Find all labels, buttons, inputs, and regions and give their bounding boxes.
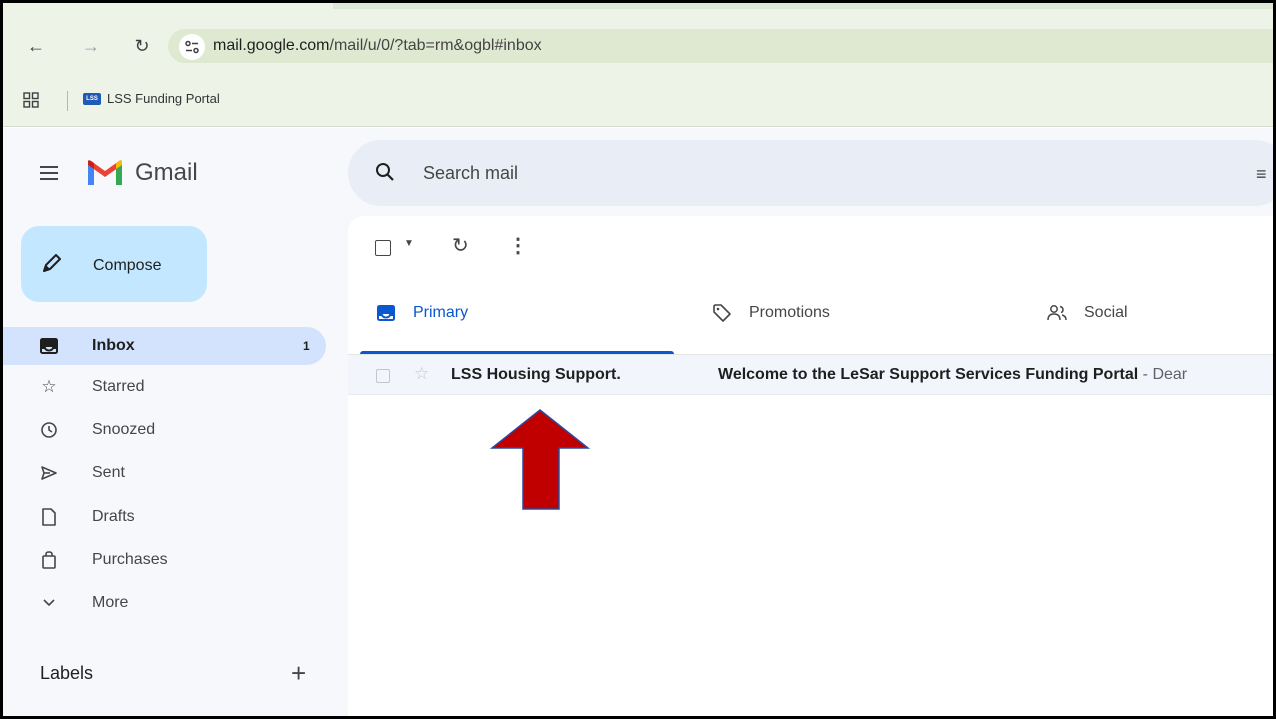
nav-label-more: More	[92, 594, 129, 611]
select-menu-caret-icon[interactable]: ▼	[404, 238, 414, 249]
inbox-unread-count: 1	[303, 339, 310, 353]
tab-primary-label: Primary	[413, 304, 469, 321]
nav-item-inbox[interactable]: Inbox 1	[3, 327, 326, 365]
labels-heading: Labels	[40, 663, 94, 683]
search-options-icon[interactable]: ≡	[1256, 164, 1267, 185]
nav-label-purchases: Purchases	[92, 551, 168, 568]
pencil-icon	[41, 252, 63, 279]
inbox-icon	[39, 336, 59, 356]
clock-icon	[39, 420, 59, 440]
inbox-tab-icon	[375, 302, 397, 324]
email-subject: Welcome to the LeSar Support Services Fu…	[718, 366, 1139, 383]
tab-primary[interactable]: Primary	[375, 288, 468, 338]
nav-item-more[interactable]: More	[3, 584, 326, 622]
bookmark-separator	[67, 91, 68, 111]
url-path: /mail/u/0/?tab=rm&ogbl#inbox	[329, 37, 542, 54]
chevron-down-icon	[39, 593, 59, 613]
url-host: mail.google.com	[213, 37, 330, 54]
nav-item-drafts[interactable]: Drafts	[3, 498, 326, 536]
nav-item-snoozed[interactable]: Snoozed	[3, 411, 326, 449]
shopping-bag-icon	[39, 550, 59, 570]
more-options-icon[interactable]: ⋮	[508, 233, 528, 258]
email-checkbox[interactable]	[376, 369, 390, 383]
nav-label-drafts: Drafts	[92, 508, 135, 525]
search-input[interactable]: Search mail	[423, 163, 518, 184]
gmail-logo-text: Gmail	[135, 159, 198, 186]
star-icon: ☆	[41, 377, 57, 396]
tab-promotions[interactable]: Promotions	[711, 288, 830, 338]
gmail-m-icon	[88, 160, 122, 185]
tab-social-label: Social	[1084, 304, 1128, 321]
lss-favicon-icon: LSS	[83, 92, 101, 105]
screenshot-frame: ← → ↻ mail.google.com/mail/u/0/?tab=rm&o…	[0, 0, 1276, 719]
annotation-arrow	[490, 409, 590, 510]
search-icon[interactable]	[375, 162, 395, 187]
nav-item-purchases[interactable]: Purchases	[3, 541, 326, 579]
tab-promotions-label: Promotions	[749, 304, 830, 321]
email-subject-line: Welcome to the LeSar Support Services Fu…	[718, 366, 1187, 384]
email-row[interactable]: ☆ LSS Housing Support. Welcome to the Le…	[348, 355, 1273, 395]
site-info-icon[interactable]	[179, 34, 205, 60]
reload-icon[interactable]: ↻	[131, 35, 153, 57]
nav-item-sent[interactable]: Sent	[3, 454, 326, 492]
forward-arrow-icon[interactable]: →	[80, 35, 102, 57]
gmail-app: Gmail Search mail ≡ Compose Inbox 1 ☆ St…	[3, 128, 1273, 716]
add-label-icon[interactable]: +	[291, 658, 306, 689]
nav-item-starred[interactable]: ☆ Starred	[3, 368, 326, 406]
url-text[interactable]: mail.google.com/mail/u/0/?tab=rm&ogbl#in…	[213, 37, 542, 55]
tag-icon	[711, 302, 733, 324]
bookmark-lss-funding-portal[interactable]: LSS LSS Funding Portal	[83, 91, 220, 106]
nav-label-snoozed: Snoozed	[92, 421, 156, 438]
main-menu-icon[interactable]	[40, 165, 60, 186]
compose-label: Compose	[93, 257, 162, 274]
gmail-logo[interactable]: Gmail	[85, 158, 198, 188]
nav-label-sent: Sent	[92, 464, 125, 481]
nav-label-inbox: Inbox	[92, 337, 135, 354]
people-icon	[1046, 302, 1068, 324]
email-snippet: - Dear	[1138, 366, 1188, 383]
tab-social[interactable]: Social	[1046, 288, 1128, 338]
back-arrow-icon[interactable]: ←	[25, 35, 47, 57]
nav-label-starred: Starred	[92, 378, 145, 395]
mail-list-panel: ▼ ↻ ⋮ Primary Promotions Social ☆ LSS Ho…	[348, 216, 1273, 716]
star-toggle-icon[interactable]: ☆	[414, 364, 429, 384]
email-sender: LSS Housing Support.	[451, 366, 621, 383]
bookmark-label: LSS Funding Portal	[107, 91, 220, 106]
tab-strip-edge	[333, 3, 1273, 9]
send-icon	[39, 463, 59, 483]
select-all-checkbox[interactable]	[375, 240, 391, 256]
refresh-icon[interactable]: ↻	[452, 233, 469, 258]
apps-grid-icon[interactable]	[23, 92, 39, 113]
draft-icon	[39, 507, 59, 527]
